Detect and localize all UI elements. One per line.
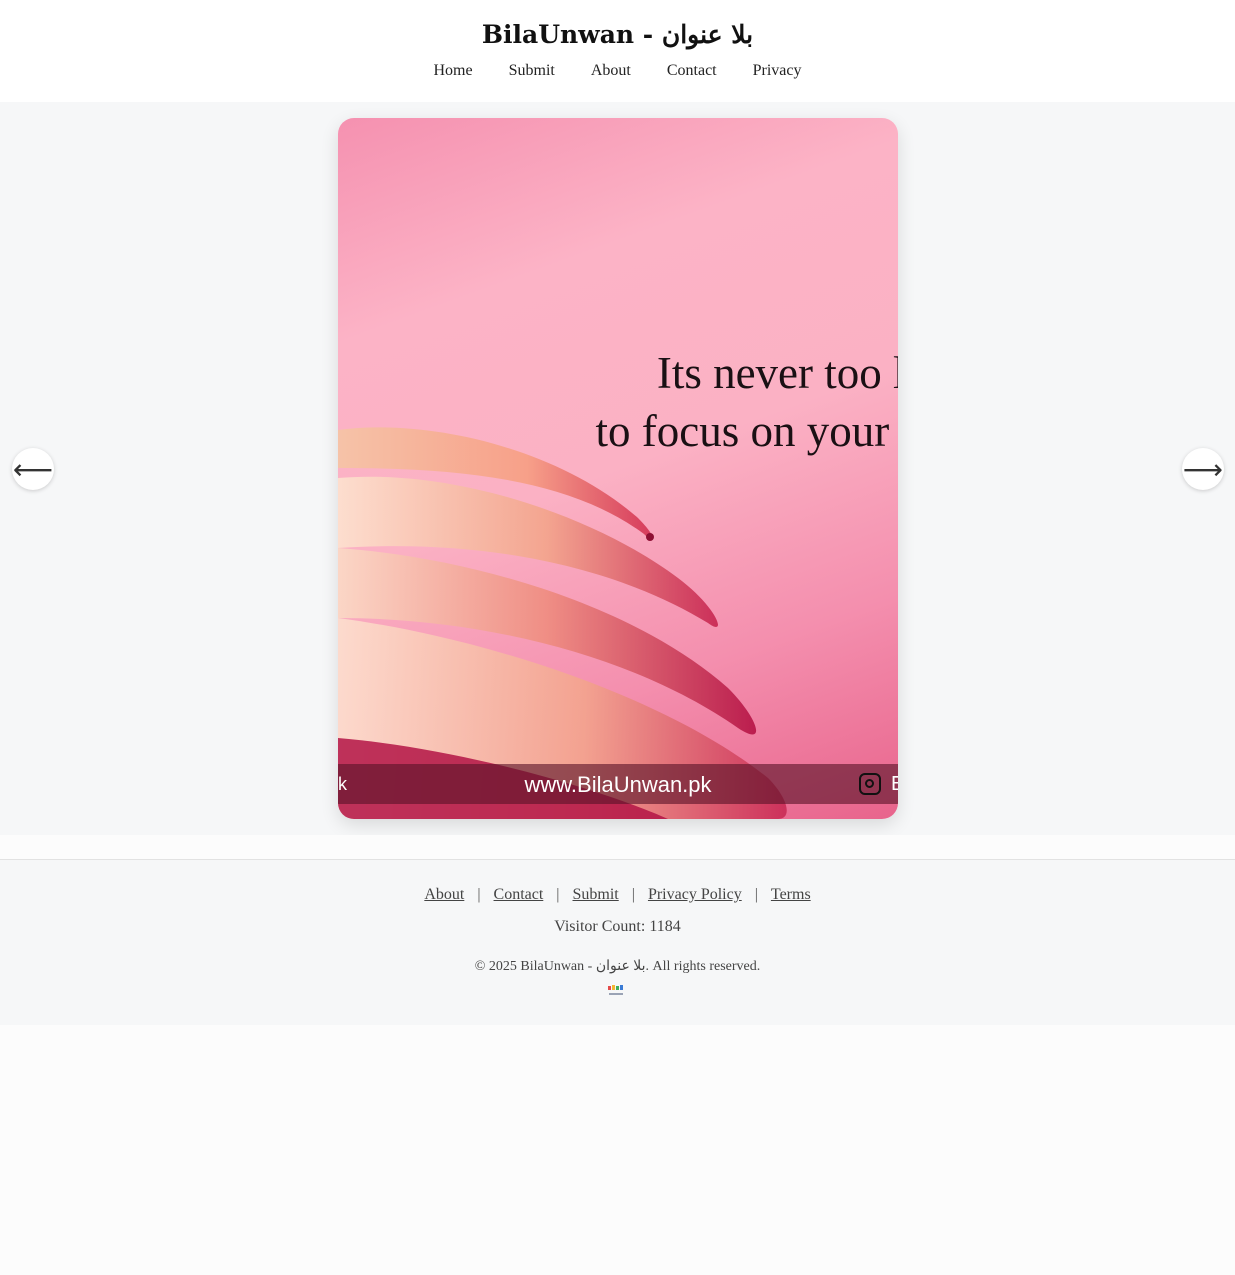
footer-separator: | xyxy=(631,886,635,903)
prev-slide-button[interactable]: ⟵ xyxy=(12,448,54,490)
footer-link-terms[interactable]: Terms xyxy=(771,886,811,904)
quote-line-1: Its never too lat xyxy=(656,348,898,398)
slide-quote: Its never too lat to focus on your dr xyxy=(378,344,898,460)
site-logo-icon xyxy=(608,985,623,995)
footer-separator: | xyxy=(477,886,481,903)
next-slide-button[interactable]: ⟶ xyxy=(1182,448,1224,490)
nav-home[interactable]: Home xyxy=(434,62,473,80)
footer-links: About | Contact | Submit | Privacy Polic… xyxy=(0,886,1235,904)
slide-watermark-band: k www.BilaUnwan.pk E xyxy=(338,764,898,804)
footer-link-contact[interactable]: Contact xyxy=(494,886,544,904)
visitor-count: Visitor Count: 1184 xyxy=(554,918,681,935)
footer-link-submit[interactable]: Submit xyxy=(573,886,619,904)
nav-privacy[interactable]: Privacy xyxy=(753,62,802,80)
main-nav: Home Submit About Contact Privacy xyxy=(0,62,1235,80)
slider-section: ⟵ Its never too to focus on your k www.B… xyxy=(0,102,1235,835)
footer-link-about[interactable]: About xyxy=(424,886,464,904)
footer-link-privacy-policy[interactable]: Privacy Policy xyxy=(648,886,742,904)
site-title[interactable]: BilaUnwan - بلا عنوان xyxy=(0,20,1235,49)
footer-separator: | xyxy=(556,886,560,903)
slide-image: Its never too lat to focus on your dr k … xyxy=(338,118,898,819)
site-footer: About | Contact | Submit | Privacy Polic… xyxy=(0,859,1235,1025)
instagram-icon xyxy=(859,773,881,795)
band-right-text: E xyxy=(891,773,898,795)
copyright-text: © 2025 BilaUnwan - بلا عنوان. All rights… xyxy=(474,959,761,974)
nav-contact[interactable]: Contact xyxy=(667,62,717,80)
arrow-right-icon: ⟶ xyxy=(1182,452,1224,486)
arrow-left-icon: ⟵ xyxy=(12,452,54,486)
section-gap xyxy=(0,835,1235,859)
flower-petals-image xyxy=(338,427,787,819)
quote-line-2: to focus on your dr xyxy=(595,406,898,456)
nav-about[interactable]: About xyxy=(591,62,631,80)
band-url-text: www.BilaUnwan.pk xyxy=(524,772,712,797)
nav-submit[interactable]: Submit xyxy=(509,62,555,80)
site-header: BilaUnwan - بلا عنوان Home Submit About … xyxy=(0,0,1235,102)
footer-separator: | xyxy=(754,886,758,903)
